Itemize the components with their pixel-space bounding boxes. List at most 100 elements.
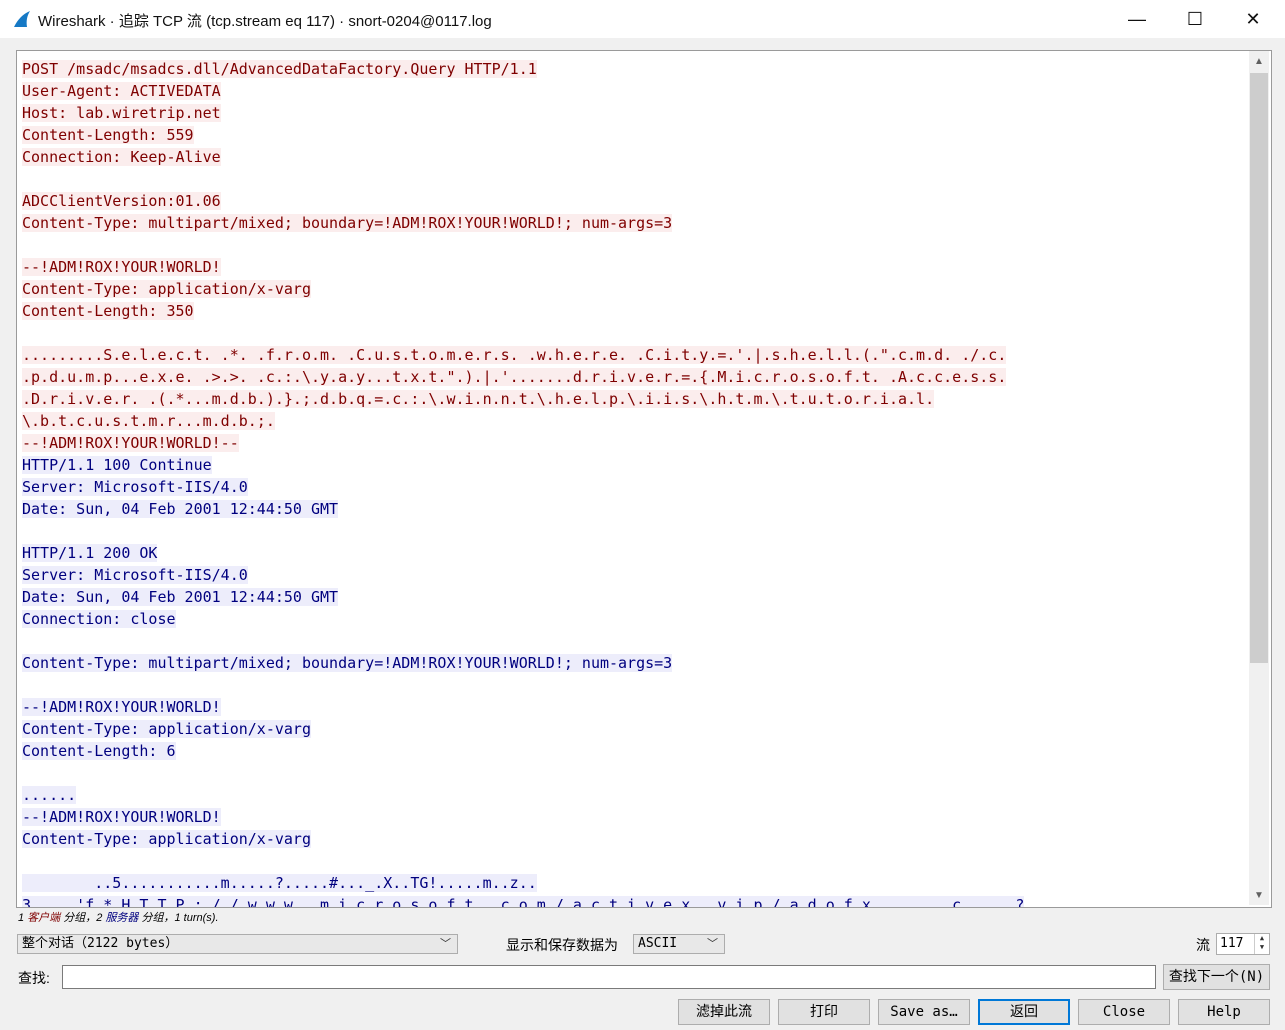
conversation-select[interactable]: 整个对话（2122 bytes） ﹀ bbox=[17, 934, 458, 954]
line-text: HTTP/1.1 200 OK bbox=[22, 544, 158, 562]
filter-out-button[interactable]: 滤掉此流 bbox=[678, 999, 770, 1025]
client-line: Content-Length: 559 bbox=[22, 124, 1024, 146]
stream-content: POST /msadc/msadcs.dll/AdvancedDataFacto… bbox=[22, 58, 1025, 907]
line-text: HTTP/1.1 100 Continue bbox=[22, 456, 212, 474]
stream-text-area[interactable]: POST /msadc/msadcs.dll/AdvancedDataFacto… bbox=[16, 50, 1272, 908]
line-text: --!ADM!ROX!YOUR!WORLD! bbox=[22, 698, 221, 716]
server-line: --!ADM!ROX!YOUR!WORLD! bbox=[22, 806, 1024, 828]
chevron-down-icon: ﹀ bbox=[707, 937, 718, 950]
client-line: .p.d.u.m.p...e.x.e. .>.>. .c.:.\.y.a.y..… bbox=[22, 366, 1024, 388]
print-button[interactable]: 打印 bbox=[778, 999, 870, 1025]
server-line: Content-Type: multipart/mixed; boundary=… bbox=[22, 652, 1024, 674]
find-input[interactable] bbox=[62, 965, 1156, 989]
line-text: POST /msadc/msadcs.dll/AdvancedDataFacto… bbox=[22, 60, 537, 78]
server-label: 服务器 bbox=[105, 912, 139, 924]
client-line: Content-Length: 350 bbox=[22, 300, 1024, 322]
client-count: 1 bbox=[18, 912, 25, 924]
client-line: \.b.t.c.u.s.t.m.r...m.d.b.;. bbox=[22, 410, 1024, 432]
server-line: ..5...........m.....?.....#..._.X..TG!..… bbox=[22, 872, 1024, 894]
stats-separator: 分组， bbox=[60, 912, 97, 924]
format-select[interactable]: ASCII ﹀ bbox=[633, 934, 725, 954]
server-line: Date: Sun, 04 Feb 2001 12:44:50 GMT bbox=[22, 586, 1024, 608]
back-button[interactable]: 返回 bbox=[978, 999, 1070, 1025]
maximize-button[interactable]: ☐ bbox=[1166, 0, 1224, 38]
client-line: .........S.e.l.e.c.t. .*. .f.r.o.m. .C.u… bbox=[22, 344, 1024, 366]
client-label: 客户端 bbox=[27, 912, 61, 924]
title-bar: Wireshark · 追踪 TCP 流 (tcp.stream eq 117)… bbox=[0, 0, 1285, 38]
line-text: \.b.t.c.u.s.t.m.r...m.d.b.;. bbox=[22, 412, 275, 430]
line-text: ...... bbox=[22, 786, 77, 804]
line-text: ADCClientVersion:01.06 bbox=[22, 192, 221, 210]
client-line: Content-Type: application/x-varg bbox=[22, 278, 1024, 300]
server-line: Date: Sun, 04 Feb 2001 12:44:50 GMT bbox=[22, 498, 1024, 520]
line-text: .D.r.i.v.e.r. .(.*...m.d.b.).}.;.d.b.q.=… bbox=[22, 390, 935, 408]
line-text: Date: Sun, 04 Feb 2001 12:44:50 GMT bbox=[22, 500, 339, 518]
line-text: Content-Type: application/x-varg bbox=[22, 830, 311, 848]
client-line: Connection: Keep-Alive bbox=[22, 146, 1024, 168]
client-line: ADCClientVersion:01.06 bbox=[22, 190, 1024, 212]
line-text: Content-Length: 350 bbox=[22, 302, 194, 320]
client-line: --!ADM!ROX!YOUR!WORLD!-- bbox=[22, 432, 1024, 454]
vertical-scrollbar[interactable]: ▲ ▼ bbox=[1249, 51, 1269, 905]
stats-turns: 分组，1 turn(s). bbox=[138, 912, 219, 924]
client-line bbox=[22, 168, 1024, 190]
server-line: Server: Microsoft-IIS/4.0 bbox=[22, 564, 1024, 586]
spin-arrows-icon[interactable]: ▲ ▼ bbox=[1254, 934, 1269, 954]
close-button[interactable]: Close bbox=[1078, 999, 1170, 1025]
server-line bbox=[22, 520, 1024, 542]
line-text: Server: Microsoft-IIS/4.0 bbox=[22, 478, 248, 496]
line-text: --!ADM!ROX!YOUR!WORLD! bbox=[22, 258, 221, 276]
server-line: --!ADM!ROX!YOUR!WORLD! bbox=[22, 696, 1024, 718]
stream-number-spinbox[interactable]: 117 ▲ ▼ bbox=[1216, 933, 1270, 955]
line-text: Content-Length: 559 bbox=[22, 126, 194, 144]
line-text: Date: Sun, 04 Feb 2001 12:44:50 GMT bbox=[22, 588, 339, 606]
line-text: ..5...........m.....?.....#..._.X..TG!..… bbox=[22, 874, 537, 892]
client-line: --!ADM!ROX!YOUR!WORLD! bbox=[22, 256, 1024, 278]
server-line bbox=[22, 674, 1024, 696]
line-text: Content-Type: application/x-varg bbox=[22, 280, 311, 298]
server-line: Server: Microsoft-IIS/4.0 bbox=[22, 476, 1024, 498]
minimize-button[interactable]: — bbox=[1108, 0, 1166, 38]
server-line: ...... bbox=[22, 784, 1024, 806]
wireshark-fin-icon bbox=[14, 11, 30, 27]
server-line: Content-Length: 6 bbox=[22, 740, 1024, 762]
line-text: Content-Type: multipart/mixed; boundary=… bbox=[22, 214, 673, 232]
line-text: Content-Type: application/x-varg bbox=[22, 720, 311, 738]
server-line bbox=[22, 850, 1024, 872]
stream-label: 流 bbox=[1196, 937, 1210, 953]
scroll-thumb[interactable] bbox=[1250, 73, 1268, 663]
line-text: Connection: Keep-Alive bbox=[22, 148, 221, 166]
line-text: .........S.e.l.e.c.t. .*. .f.r.o.m. .C.u… bbox=[22, 346, 1007, 364]
help-button[interactable]: Help bbox=[1178, 999, 1270, 1025]
line-text: .p.d.u.m.p...e.x.e. .>.>. .c.:.\.y.a.y..… bbox=[22, 368, 1007, 386]
line-text: 3.....'f.*.H.T.T.P.:././.w.w.w...m.i.c.r… bbox=[22, 896, 1025, 907]
line-text: Server: Microsoft-IIS/4.0 bbox=[22, 566, 248, 584]
client-line: User-Agent: ACTIVEDATA bbox=[22, 80, 1024, 102]
conversation-select-value: 整个对话（2122 bytes） bbox=[22, 936, 179, 951]
server-count: 2 bbox=[96, 912, 103, 924]
stream-number-value: 117 bbox=[1220, 936, 1244, 951]
client-line bbox=[22, 322, 1024, 344]
server-line: 3.....'f.*.H.T.T.P.:././.w.w.w...m.i.c.r… bbox=[22, 894, 1025, 907]
client-line: Host: lab.wiretrip.net bbox=[22, 102, 1024, 124]
scroll-up-arrow-icon[interactable]: ▲ bbox=[1249, 51, 1269, 71]
line-text: Host: lab.wiretrip.net bbox=[22, 104, 221, 122]
client-line: POST /msadc/msadcs.dll/AdvancedDataFacto… bbox=[22, 58, 1024, 80]
scroll-down-arrow-icon[interactable]: ▼ bbox=[1249, 885, 1269, 905]
server-line: Connection: close bbox=[22, 608, 1024, 630]
line-text: User-Agent: ACTIVEDATA bbox=[22, 82, 221, 100]
window-title: Wireshark · 追踪 TCP 流 (tcp.stream eq 117)… bbox=[38, 13, 492, 30]
server-line: HTTP/1.1 200 OK bbox=[22, 542, 1024, 564]
format-select-value: ASCII bbox=[638, 936, 678, 951]
line-text: Content-Type: multipart/mixed; boundary=… bbox=[22, 654, 673, 672]
line-text: Content-Length: 6 bbox=[22, 742, 176, 760]
find-next-button[interactable]: 查找下一个(N) bbox=[1163, 964, 1270, 990]
packet-stats: 1 客户端 分组，2 服务器 分组，1 turn(s). bbox=[18, 909, 219, 925]
save-as-button[interactable]: Save as… bbox=[878, 999, 970, 1025]
close-window-button[interactable]: ✕ bbox=[1224, 0, 1282, 38]
server-line bbox=[22, 630, 1024, 652]
server-line: Content-Type: application/x-varg bbox=[22, 828, 1024, 850]
server-line bbox=[22, 762, 1024, 784]
client-line: .D.r.i.v.e.r. .(.*...m.d.b.).}.;.d.b.q.=… bbox=[22, 388, 1024, 410]
server-line: Content-Type: application/x-varg bbox=[22, 718, 1024, 740]
